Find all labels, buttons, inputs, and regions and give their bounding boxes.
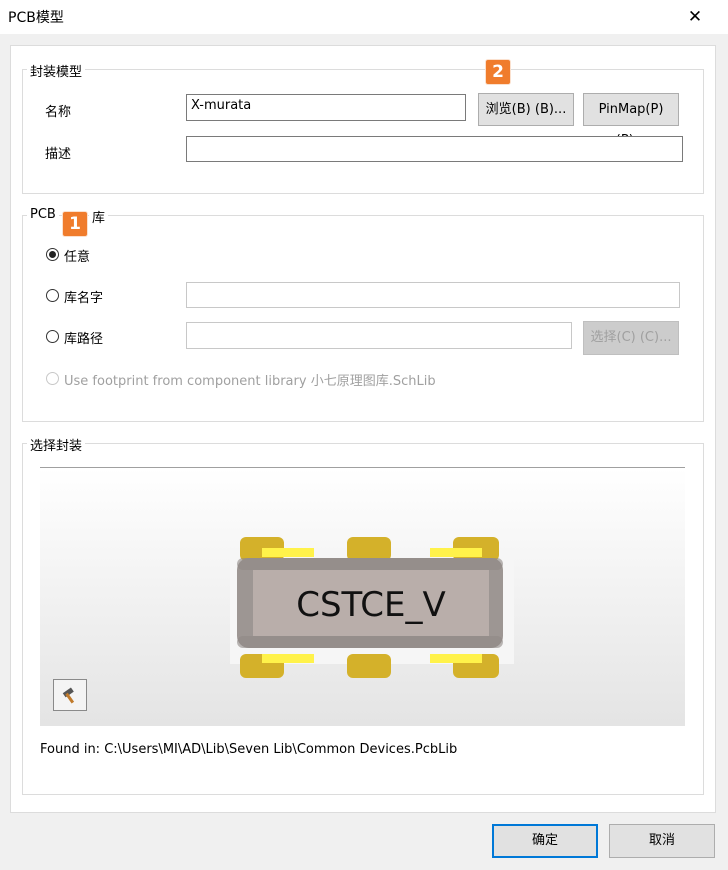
- pcb-library-legend: PCB: [27, 207, 59, 222]
- pad-highlight-bottom-right: [430, 654, 482, 663]
- description-input[interactable]: [186, 136, 683, 162]
- callout-badge-2: 2: [486, 60, 510, 84]
- window-title: PCB模型: [8, 10, 64, 26]
- selected-footprint-legend: 选择封装: [27, 435, 86, 454]
- footprint-drawing: CSTCE_V: [230, 537, 514, 678]
- component-body-bottom-edge: [237, 636, 503, 648]
- footprint-preview: CSTCE_V: [40, 467, 685, 726]
- footprint-model-legend: 封装模型: [27, 61, 86, 80]
- name-label: 名称: [45, 105, 72, 120]
- radio-library-path-label[interactable]: 库路径: [64, 328, 103, 347]
- cancel-button[interactable]: 取消: [609, 824, 715, 858]
- radio-any[interactable]: [46, 248, 59, 261]
- close-icon[interactable]: ✕: [680, 4, 710, 30]
- component-label: CSTCE_V: [296, 585, 446, 625]
- hammer-icon[interactable]: [53, 679, 87, 711]
- radio-library-path[interactable]: [46, 330, 59, 343]
- radio-any-label[interactable]: 任意: [64, 246, 90, 265]
- pcb-library-group: [22, 215, 704, 422]
- radio-use-component-library-label[interactable]: Use footprint from component library 小七原…: [64, 370, 436, 389]
- radio-library-name-label[interactable]: 库名字: [64, 287, 103, 306]
- pad-highlight-top-right: [430, 548, 482, 557]
- pad-top-middle: [347, 537, 391, 561]
- pinmap-button[interactable]: PinMap(P) (P)...: [583, 93, 679, 148]
- pad-bottom-middle: [347, 654, 391, 678]
- footprint-model-group: [22, 69, 704, 194]
- library-path-input[interactable]: [186, 322, 572, 349]
- description-label: 描述: [45, 147, 72, 162]
- radio-use-component-library[interactable]: [46, 372, 59, 385]
- pcb-library-legend-suffix: 库: [89, 207, 109, 226]
- callout-badge-1: 1: [63, 212, 87, 236]
- title-bar: PCB模型 ✕: [0, 0, 728, 34]
- library-name-input[interactable]: [186, 282, 680, 308]
- select-library-button[interactable]: 选择(C) (C)...: [583, 321, 679, 355]
- browse-button[interactable]: 浏览(B) (B)...: [478, 93, 574, 126]
- radio-library-name[interactable]: [46, 289, 59, 302]
- pad-highlight-top-left: [262, 548, 314, 557]
- hammer-icon-glyph: [62, 687, 75, 704]
- found-in-path: Found in: C:\Users\MI\AD\Lib\Seven Lib\C…: [40, 742, 458, 757]
- pad-highlight-bottom-left: [262, 654, 314, 663]
- ok-button[interactable]: 确定: [492, 824, 598, 858]
- name-input[interactable]: X-murata: [186, 94, 466, 121]
- component-body-top-edge: [237, 558, 503, 570]
